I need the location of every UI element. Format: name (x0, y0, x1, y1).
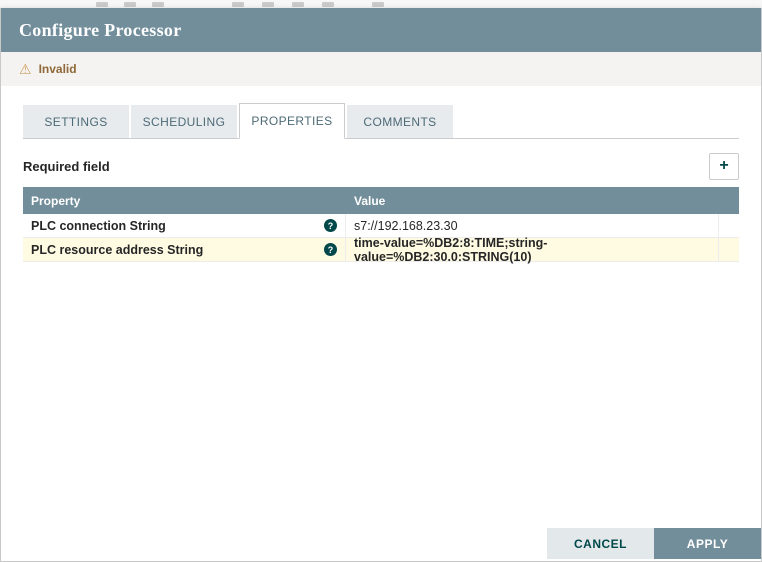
table-row[interactable]: PLC resource address String ? time-value… (23, 235, 739, 264)
tab-scheduling[interactable]: SCHEDULING (131, 105, 237, 138)
required-field-label: Required field (23, 158, 110, 174)
property-name: PLC connection String (31, 218, 166, 233)
help-icon[interactable]: ? (324, 243, 337, 256)
value-cell[interactable]: s7://192.168.23.30 (346, 214, 719, 237)
toolbar-icon-fragment (262, 2, 274, 7)
dialog-header: Configure Processor (1, 8, 761, 52)
dialog-title: Configure Processor (19, 19, 182, 40)
table-header-row: Property Value (23, 187, 739, 214)
tab-properties[interactable]: PROPERTIES (239, 103, 345, 139)
background-app-toolbar (0, 0, 762, 8)
property-value: time-value=%DB2:8:TIME;string-value=%DB2… (354, 235, 548, 264)
toolbar-icon-fragment (96, 2, 108, 7)
property-name: PLC resource address String (31, 242, 204, 257)
warning-icon: ⚠ (19, 61, 32, 77)
configure-processor-dialog: Configure Processor ⚠ Invalid SETTINGS S… (0, 8, 762, 562)
validation-status-text: Invalid (38, 62, 77, 76)
add-property-button[interactable]: + (709, 152, 739, 180)
dialog-footer: CANCEL APPLY (547, 528, 761, 559)
validation-status-bar: ⚠ Invalid (1, 52, 761, 86)
toolbar-icon-fragment (372, 2, 384, 7)
apply-button[interactable]: APPLY (654, 528, 761, 559)
tab-settings[interactable]: SETTINGS (23, 105, 129, 138)
actions-cell (719, 238, 739, 261)
column-header-property: Property (31, 193, 81, 208)
property-cell: PLC connection String ? (23, 214, 346, 237)
cancel-button[interactable]: CANCEL (547, 528, 654, 559)
property-cell: PLC resource address String ? (23, 238, 346, 261)
toolbar-icon-fragment (322, 2, 334, 7)
properties-table: Property Value PLC connection String ? s… (23, 187, 739, 264)
properties-header-row: Required field + (23, 151, 739, 181)
tab-bar: SETTINGS SCHEDULING PROPERTIES COMMENTS (23, 103, 739, 139)
value-cell[interactable]: time-value=%DB2:8:TIME;string-value=%DB2… (346, 235, 719, 264)
table-row[interactable]: PLC connection String ? s7://192.168.23.… (23, 214, 739, 238)
actions-cell (719, 214, 739, 237)
column-header-value: Value (354, 193, 386, 208)
toolbar-icon-fragment (232, 2, 244, 7)
toolbar-icon-fragment (152, 2, 164, 7)
toolbar-icon-fragment (124, 2, 136, 7)
help-icon[interactable]: ? (324, 219, 337, 232)
screen: Configure Processor ⚠ Invalid SETTINGS S… (0, 0, 762, 562)
toolbar-icon-fragment (292, 2, 304, 7)
tab-comments[interactable]: COMMENTS (347, 105, 453, 138)
property-value: s7://192.168.23.30 (354, 218, 458, 233)
plus-icon: + (719, 157, 729, 174)
